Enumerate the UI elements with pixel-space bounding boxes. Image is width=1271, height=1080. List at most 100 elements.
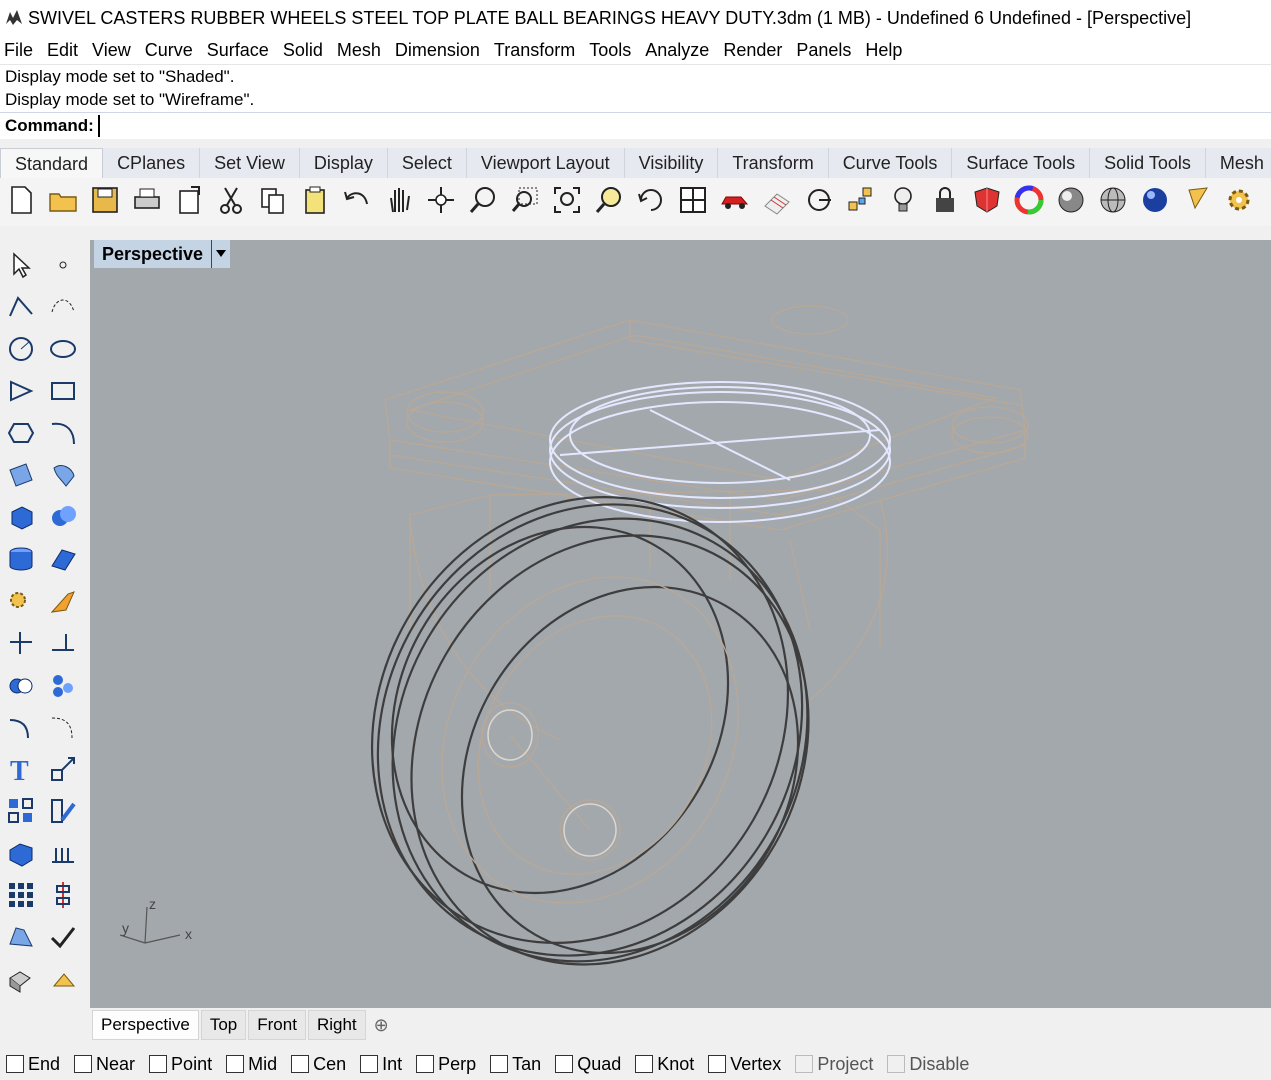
rotate-camera-button[interactable]: [630, 181, 672, 223]
open-folder-button[interactable]: [42, 181, 84, 223]
osnap-checkbox[interactable]: [291, 1055, 310, 1073]
grid-button[interactable]: [756, 181, 798, 223]
scale-button[interactable]: [42, 750, 84, 792]
osnap-checkbox[interactable]: [708, 1055, 727, 1073]
tab-cplanes[interactable]: CPlanes: [103, 148, 201, 178]
cylinder-button[interactable]: [0, 540, 42, 582]
osnap-checkbox[interactable]: [6, 1055, 24, 1073]
explode-button[interactable]: [0, 582, 42, 624]
osnap-checkbox[interactable]: [490, 1055, 509, 1073]
osnap-checkbox[interactable]: [360, 1055, 379, 1073]
gear-button[interactable]: [1218, 181, 1260, 223]
boolean-button[interactable]: [0, 666, 42, 708]
material-button[interactable]: [966, 181, 1008, 223]
menu-mesh[interactable]: Mesh: [333, 40, 391, 61]
menu-edit[interactable]: Edit: [43, 40, 88, 61]
four-viewports-button[interactable]: [672, 181, 714, 223]
cut-button[interactable]: [210, 181, 252, 223]
viewport-menu-arrow-icon[interactable]: [211, 240, 230, 268]
osnap-near[interactable]: Near: [74, 1054, 135, 1075]
color-wheel-button[interactable]: [1008, 181, 1050, 223]
menu-transform[interactable]: Transform: [490, 40, 585, 61]
osnap-tan[interactable]: Tan: [490, 1054, 541, 1075]
view-tab-perspective[interactable]: Perspective: [92, 1010, 199, 1040]
solid-button[interactable]: [0, 960, 42, 1002]
osnap-checkbox[interactable]: [555, 1055, 574, 1073]
osnap-mid[interactable]: Mid: [226, 1054, 277, 1075]
new-file-button[interactable]: [0, 181, 42, 223]
osnap-perp[interactable]: Perp: [416, 1054, 476, 1075]
viewport-title[interactable]: Perspective: [94, 240, 231, 268]
tab-curve-tools[interactable]: Curve Tools: [828, 148, 953, 178]
menu-tools[interactable]: Tools: [585, 40, 641, 61]
lock-button[interactable]: [924, 181, 966, 223]
tab-mesh[interactable]: Mesh: [1205, 148, 1271, 178]
group-button[interactable]: [42, 666, 84, 708]
paste-button[interactable]: [294, 181, 336, 223]
sphere-wireframe-button[interactable]: [1092, 181, 1134, 223]
point-button[interactable]: [42, 246, 84, 288]
view-tab-top[interactable]: Top: [200, 1010, 247, 1040]
osnap-checkbox[interactable]: [149, 1055, 168, 1073]
align-button[interactable]: [42, 876, 84, 918]
edit-button[interactable]: [42, 792, 84, 834]
plane-button[interactable]: [42, 540, 84, 582]
osnap-project[interactable]: Project: [795, 1054, 873, 1075]
circle-button[interactable]: [0, 330, 42, 372]
join-button[interactable]: [42, 624, 84, 666]
tab-select[interactable]: Select: [387, 148, 467, 178]
zoom-window-button[interactable]: [504, 181, 546, 223]
view-tab-right[interactable]: Right: [307, 1010, 366, 1040]
polyline-button[interactable]: [0, 288, 42, 330]
menu-analyze[interactable]: Analyze: [641, 40, 719, 61]
menu-help[interactable]: Help: [861, 40, 912, 61]
osnap-knot[interactable]: Knot: [635, 1054, 694, 1075]
tab-set-view[interactable]: Set View: [200, 148, 300, 178]
menu-dimension[interactable]: Dimension: [391, 40, 490, 61]
box-button[interactable]: [0, 498, 42, 540]
osnap-checkbox[interactable]: [226, 1055, 245, 1073]
polygon-button[interactable]: [0, 372, 42, 414]
points-button[interactable]: [840, 181, 882, 223]
zoom-selected-button[interactable]: [588, 181, 630, 223]
zoom-extents-button[interactable]: [546, 181, 588, 223]
rectangle-button[interactable]: [42, 372, 84, 414]
osnap-checkbox[interactable]: [74, 1055, 93, 1073]
curve-button[interactable]: [42, 288, 84, 330]
command-input[interactable]: [97, 115, 1271, 137]
tab-solid-tools[interactable]: Solid Tools: [1090, 148, 1206, 178]
split-button[interactable]: [0, 624, 42, 666]
grid-array-button[interactable]: [0, 876, 42, 918]
osnap-checkbox[interactable]: [416, 1055, 435, 1073]
osnap-quad[interactable]: Quad: [555, 1054, 621, 1075]
dimension-button[interactable]: [42, 834, 84, 876]
menu-file[interactable]: File: [0, 40, 43, 61]
osnap-checkbox[interactable]: [887, 1055, 906, 1073]
sphere-button[interactable]: [42, 498, 84, 540]
text-button[interactable]: T: [0, 750, 42, 792]
osnap-checkbox[interactable]: [635, 1055, 654, 1073]
menu-surface[interactable]: Surface: [203, 40, 279, 61]
menu-curve[interactable]: Curve: [141, 40, 203, 61]
light-bulb-button[interactable]: [882, 181, 924, 223]
extrude-button[interactable]: [0, 834, 42, 876]
save-button[interactable]: [84, 181, 126, 223]
osnap-disable[interactable]: Disable: [887, 1054, 969, 1075]
tab-display[interactable]: Display: [299, 148, 388, 178]
zoom-button[interactable]: [462, 181, 504, 223]
analyze-button[interactable]: [0, 918, 42, 960]
snapshot-button[interactable]: [1176, 181, 1218, 223]
car-button[interactable]: [714, 181, 756, 223]
sphere-shaded-button[interactable]: [1050, 181, 1092, 223]
offset-button[interactable]: [42, 708, 84, 750]
surface-patch-button[interactable]: [42, 456, 84, 498]
tab-visibility[interactable]: Visibility: [624, 148, 719, 178]
menu-solid[interactable]: Solid: [279, 40, 333, 61]
trim-button[interactable]: [42, 582, 84, 624]
osnap-point[interactable]: Point: [149, 1054, 212, 1075]
osnap-int[interactable]: Int: [360, 1054, 402, 1075]
sphere-blue-button[interactable]: [1134, 181, 1176, 223]
arc-button[interactable]: [42, 414, 84, 456]
pan-hand-button[interactable]: [378, 181, 420, 223]
undo-button[interactable]: [336, 181, 378, 223]
